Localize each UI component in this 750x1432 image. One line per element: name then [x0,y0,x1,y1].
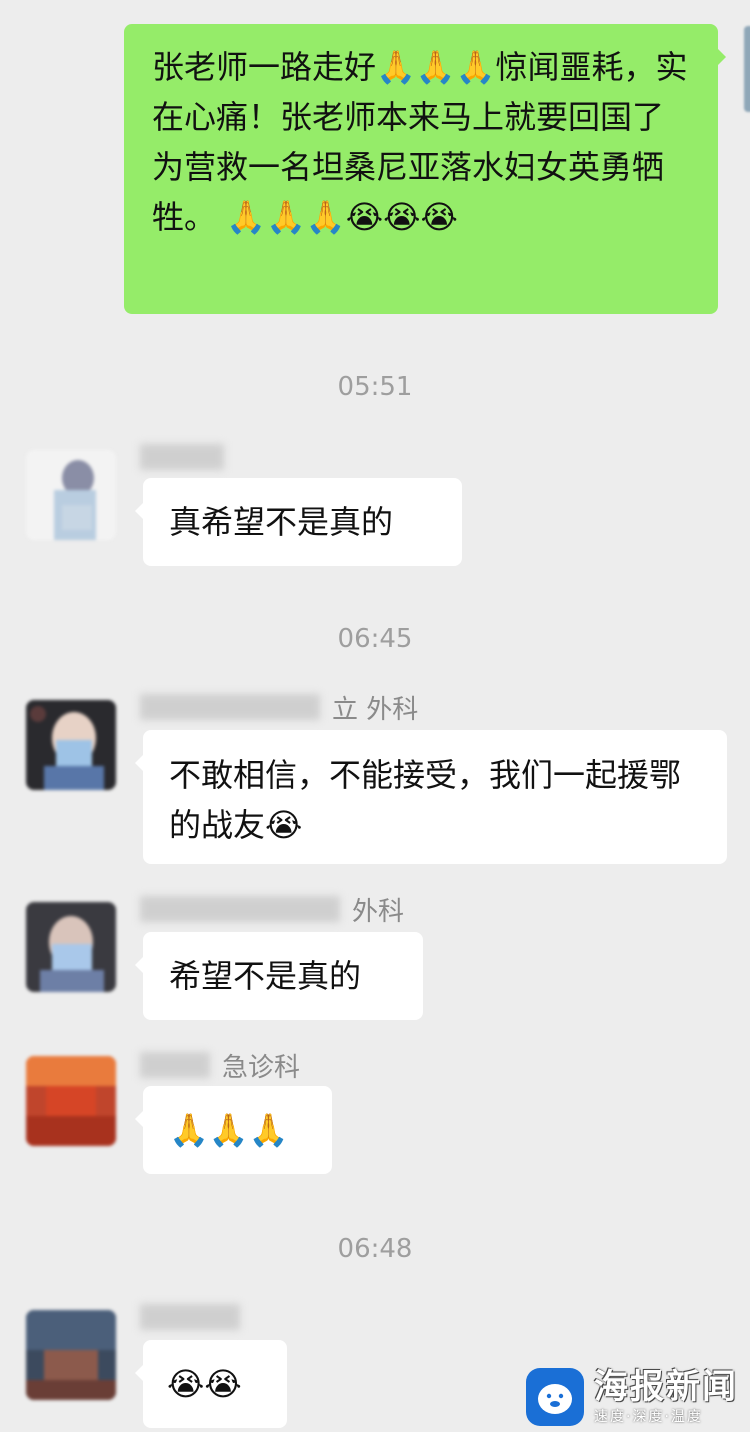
sender-name: 急诊科 [140,1048,300,1083]
avatar[interactable] [26,450,116,540]
incoming-message-bubble[interactable]: 不敢相信，不能接受，我们一起援鄂的战友😭 [135,730,727,864]
incoming-message-bubble[interactable]: 😭😭 [135,1340,287,1428]
watermark-subtitle: 速度·深度·温度 [594,1409,703,1425]
incoming-message-bubble[interactable]: 🙏🙏🙏 [135,1086,332,1174]
blurred-name [140,896,340,922]
message-text: 真希望不是真的 [169,503,394,541]
sender-name [140,1300,252,1334]
message-text: 张老师一路走好🙏🙏🙏惊闻噩耗，实在心痛！张老师本来马上就要回国了 为营救一名坦桑… [152,48,688,236]
outgoing-message-bubble[interactable]: 张老师一路走好🙏🙏🙏惊闻噩耗，实在心痛！张老师本来马上就要回国了 为营救一名坦桑… [124,24,726,314]
timestamp: 06:48 [337,1234,413,1264]
avatar[interactable] [26,1310,116,1400]
seal-logo-icon [526,1368,584,1426]
sender-name: 立 外科 [140,690,418,725]
watermark-title: 海报新闻 [594,1367,738,1407]
message-text: 🙏🙏🙏 [169,1111,289,1149]
sender-name: 外科 [140,892,404,927]
timestamp: 06:45 [337,624,413,654]
timestamp: 05:51 [337,372,413,402]
incoming-message-bubble[interactable]: 希望不是真的 [135,932,423,1020]
message-text: 😭😭 [167,1365,242,1403]
own-avatar-partial[interactable] [744,26,750,112]
sender-name [140,440,236,474]
watermark: 海报新闻 速度·深度·温度 [526,1364,746,1430]
blurred-name [140,1304,240,1330]
blurred-name [140,1052,210,1078]
avatar[interactable] [26,902,116,992]
blurred-name [140,694,320,720]
message-text: 希望不是真的 [169,957,362,995]
avatar[interactable] [26,1056,116,1146]
incoming-message-bubble[interactable]: 真希望不是真的 [135,478,462,566]
blurred-name [140,444,224,470]
message-text: 不敢相信，不能接受，我们一起援鄂的战友😭 [169,756,682,844]
avatar[interactable] [26,700,116,790]
